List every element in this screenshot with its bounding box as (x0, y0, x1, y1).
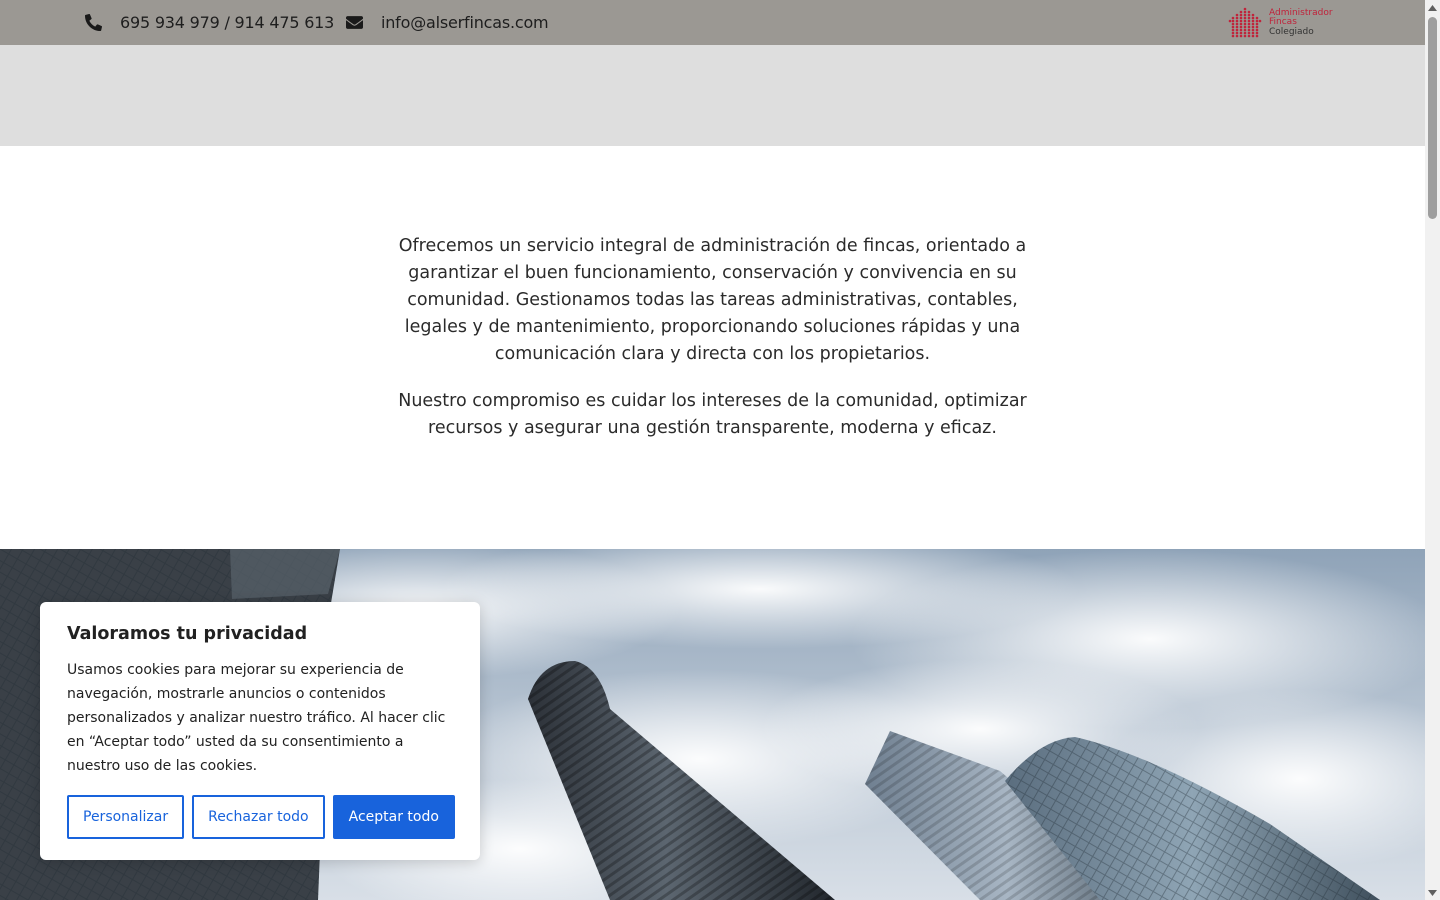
accept-all-button[interactable]: Aceptar todo (332, 795, 455, 839)
cookie-message: Usamos cookies para mejorar su experienc… (67, 662, 446, 774)
top-contact-bar: 695 934 979 / 914 475 613 info@alserfinc… (0, 0, 1425, 45)
customize-button[interactable]: Personalizar (67, 795, 185, 839)
email-contact[interactable]: info@alserfincas.com (346, 0, 549, 45)
intro-paragraph-1: Ofrecemos un servicio integral de admini… (398, 236, 1027, 364)
cookie-consent-dialog: Valoramos tu privacidad Usamos cookies p… (40, 602, 480, 860)
header-band (0, 45, 1425, 146)
vertical-scrollbar[interactable] (1425, 0, 1440, 900)
phone-contact[interactable]: 695 934 979 / 914 475 613 (85, 0, 334, 45)
scroll-up-arrow-icon[interactable] (1425, 0, 1440, 15)
badge-label: Administrador Fincas Colegiado (1269, 8, 1333, 38)
dot-grid-logo-icon (1228, 7, 1262, 38)
scroll-down-arrow-icon[interactable] (1425, 885, 1440, 900)
reject-all-button[interactable]: Rechazar todo (192, 795, 325, 839)
colegiado-badge: Administrador Fincas Colegiado (1228, 6, 1333, 40)
cookie-title: Valoramos tu privacidad (67, 624, 308, 644)
scroll-thumb[interactable] (1428, 17, 1437, 219)
phone-text[interactable]: 695 934 979 / 914 475 613 (120, 13, 334, 32)
intro-section: Ofrecemos un servicio integral de admini… (375, 233, 1050, 442)
cookie-actions: Personalizar Rechazar todo Aceptar todo (67, 795, 455, 839)
intro-paragraph-2: Nuestro compromiso es cuidar los interes… (398, 391, 1027, 438)
envelope-icon (346, 16, 363, 29)
email-text[interactable]: info@alserfincas.com (381, 13, 549, 32)
badge-line-3: Colegiado (1269, 26, 1314, 37)
phone-icon (85, 14, 102, 31)
